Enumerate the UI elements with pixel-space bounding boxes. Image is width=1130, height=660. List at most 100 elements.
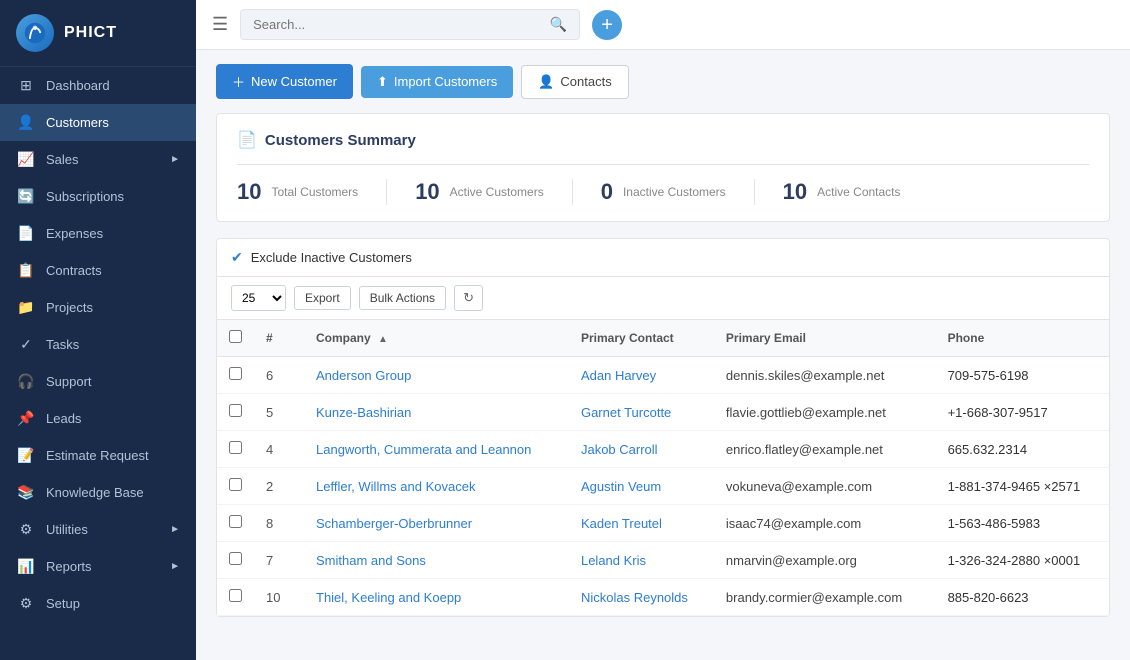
row-contact: Agustin Veum [569,468,714,505]
row-phone: +1-668-307-9517 [936,394,1109,431]
refresh-button[interactable]: ↻ [454,285,483,311]
row-checkbox[interactable] [229,441,242,454]
new-customer-button[interactable]: ＋ New Customer [216,64,353,99]
sidebar-item-reports[interactable]: 📊 Reports ► [0,548,196,585]
sidebar-logo: PHICT [0,0,196,67]
row-phone: 1-563-486-5983 [936,505,1109,542]
table-header-row: # Company ▲ Primary Contact Primary Emai… [217,320,1109,357]
sidebar-label-leads: Leads [46,411,81,426]
sidebar-icon-support: 🎧 [16,373,36,390]
row-checkbox[interactable] [229,404,242,417]
email-link[interactable]: enrico.flatley@example.net [726,442,883,457]
table-row: 7 Smitham and Sons Leland Kris nmarvin@e… [217,542,1109,579]
export-button[interactable]: Export [294,286,351,310]
row-checkbox[interactable] [229,478,242,491]
stat-number-1: 10 [415,179,439,205]
doc-icon: 📄 [237,130,257,150]
col-header-company[interactable]: Company ▲ [304,320,569,357]
row-company: Schamberger-Oberbrunner [304,505,569,542]
stat-label-1: Active Customers [450,185,544,199]
sidebar-item-projects[interactable]: 📁 Projects [0,289,196,326]
sidebar-label-subscriptions: Subscriptions [46,189,124,204]
summary-title-text: Customers Summary [265,132,416,149]
row-num: 8 [254,505,304,542]
email-link[interactable]: brandy.cormier@example.com [726,590,902,605]
content-area: ＋ New Customer ⬆ Import Customers 👤 Cont… [196,50,1130,660]
sidebar-item-support[interactable]: 🎧 Support [0,363,196,400]
sidebar-label-utilities: Utilities [46,522,88,537]
sidebar-label-customers: Customers [46,115,109,130]
row-company: Thiel, Keeling and Koepp [304,579,569,616]
row-email: vokuneva@example.com [714,468,936,505]
sidebar-icon-knowledge-base: 📚 [16,484,36,501]
company-link[interactable]: Kunze-Bashirian [316,405,411,420]
row-checkbox[interactable] [229,367,242,380]
per-page-select[interactable]: 25 50 100 [231,285,286,311]
company-link[interactable]: Schamberger-Oberbrunner [316,516,472,531]
sort-icon: ▲ [378,334,388,345]
contact-link[interactable]: Leland Kris [581,553,646,568]
logo-icon [16,14,54,52]
email-link[interactable]: dennis.skiles@example.net [726,368,884,383]
sidebar-item-setup[interactable]: ⚙ Setup [0,585,196,622]
email-link[interactable]: flavie.gottlieb@example.net [726,405,886,420]
table-row: 4 Langworth, Cummerata and Leannon Jakob… [217,431,1109,468]
checkmark-icon: ✔ [231,249,243,266]
email-link[interactable]: nmarvin@example.org [726,553,857,568]
sidebar-item-contracts[interactable]: 📋 Contracts [0,252,196,289]
sidebar-item-customers[interactable]: 👤 Customers [0,104,196,141]
sidebar-item-tasks[interactable]: ✓ Tasks [0,326,196,363]
company-link[interactable]: Anderson Group [316,368,411,383]
company-link[interactable]: Thiel, Keeling and Koepp [316,590,461,605]
col-header-email: Primary Email [714,320,936,357]
topbar: ☰ 🔍 + [196,0,1130,50]
email-link[interactable]: isaac74@example.com [726,516,861,531]
contact-link[interactable]: Garnet Turcotte [581,405,671,420]
chevron-icon-utilities: ► [170,524,180,535]
exclude-controls: ✔ Exclude Inactive Customers [217,239,1109,277]
row-checkbox[interactable] [229,515,242,528]
sidebar-item-expenses[interactable]: 📄 Expenses [0,215,196,252]
stat-block-2: 0 Inactive Customers [601,179,755,205]
chevron-icon-sales: ► [170,154,180,165]
import-customers-button[interactable]: ⬆ Import Customers [361,66,513,98]
sidebar-item-utilities[interactable]: ⚙ Utilities ► [0,511,196,548]
sidebar-icon-sales: 📈 [16,151,36,168]
contact-link[interactable]: Adan Harvey [581,368,656,383]
contacts-label: Contacts [560,74,611,89]
menu-toggle[interactable]: ☰ [212,14,228,35]
company-link[interactable]: Langworth, Cummerata and Leannon [316,442,531,457]
select-all-checkbox[interactable] [229,330,242,343]
contacts-button[interactable]: 👤 Contacts [521,65,629,99]
contact-link[interactable]: Agustin Veum [581,479,661,494]
sidebar-nav: ⊞ Dashboard 👤 Customers 📈 Sales ► 🔄 Subs… [0,67,196,622]
row-checkbox[interactable] [229,552,242,565]
bulk-actions-button[interactable]: Bulk Actions [359,286,446,310]
exclude-label-text: Exclude Inactive Customers [251,250,412,265]
sidebar-item-sales[interactable]: 📈 Sales ► [0,141,196,178]
company-link[interactable]: Leffler, Willms and Kovacek [316,479,475,494]
row-company: Kunze-Bashirian [304,394,569,431]
row-phone: 1-326-324-2880 ×0001 [936,542,1109,579]
contact-link[interactable]: Jakob Carroll [581,442,658,457]
row-email: nmarvin@example.org [714,542,936,579]
search-input[interactable] [253,17,544,32]
search-icon[interactable]: 🔍 [550,16,567,33]
email-link[interactable]: vokuneva@example.com [726,479,872,494]
contact-link[interactable]: Kaden Treutel [581,516,662,531]
sidebar-item-estimate-request[interactable]: 📝 Estimate Request [0,437,196,474]
row-contact: Kaden Treutel [569,505,714,542]
row-checkbox-cell [217,431,254,468]
contact-link[interactable]: Nickolas Reynolds [581,590,688,605]
sidebar-item-dashboard[interactable]: ⊞ Dashboard [0,67,196,104]
add-button[interactable]: + [592,10,622,40]
sidebar-item-knowledge-base[interactable]: 📚 Knowledge Base [0,474,196,511]
sidebar-item-subscriptions[interactable]: 🔄 Subscriptions [0,178,196,215]
sidebar-item-leads[interactable]: 📌 Leads [0,400,196,437]
exclude-inactive-label[interactable]: Exclude Inactive Customers [251,250,412,265]
company-link[interactable]: Smitham and Sons [316,553,426,568]
row-checkbox[interactable] [229,589,242,602]
stat-label-3: Active Contacts [817,185,900,199]
sidebar-label-reports: Reports [46,559,92,574]
select-all-header[interactable] [217,320,254,357]
